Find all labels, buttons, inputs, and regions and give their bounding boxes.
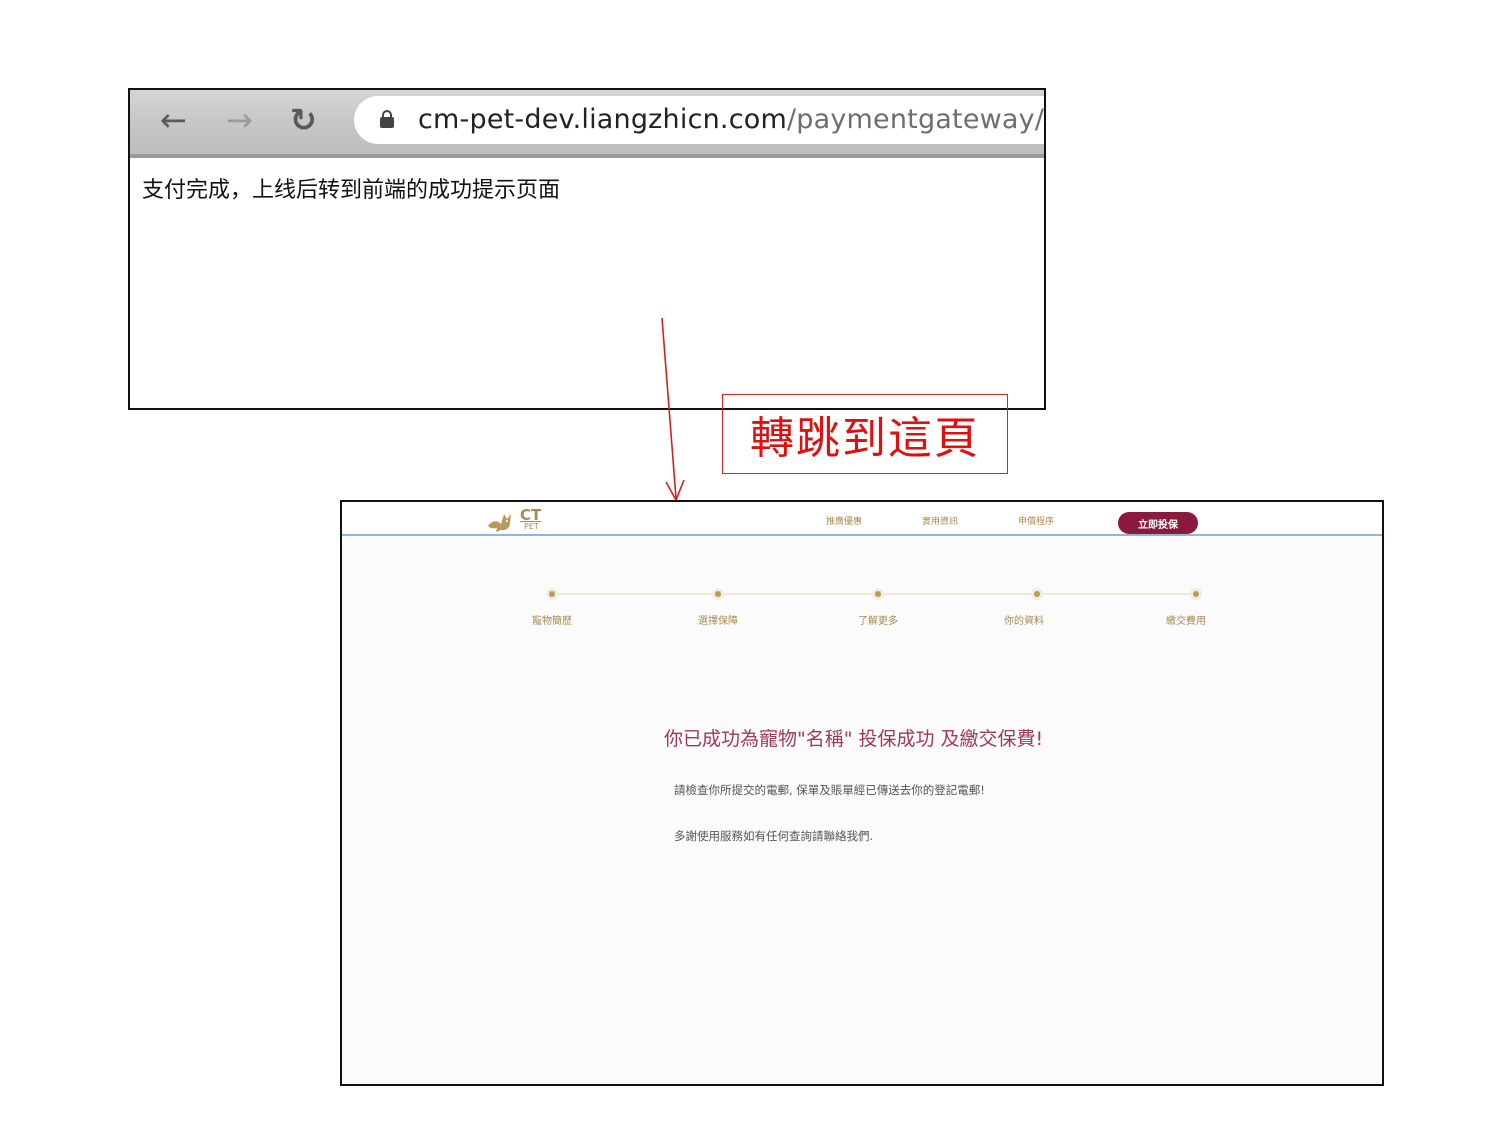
step-label-your-info: 你的資料 [1004, 616, 1044, 627]
browser-toolbar: ← → ↻ cm-pet-dev.liangzhicn.com/paymentg… [130, 90, 1044, 158]
logo-pet-text: PET [524, 522, 539, 531]
step-dot-1 [546, 588, 558, 600]
back-arrow-icon[interactable]: ← [160, 100, 187, 140]
success-title: 你已成功為寵物"名稱" 投保成功 及繳交保費! [664, 728, 1044, 750]
step-label-pet-profile: 寵物簡歷 [532, 616, 572, 627]
site-header: CT PET 推廣優惠 實用資訊 申償程序 立即投保 [342, 502, 1382, 536]
address-bar[interactable]: cm-pet-dev.liangzhicn.com/paymentgateway… [354, 96, 1046, 144]
reload-icon[interactable]: ↻ [290, 100, 317, 140]
step-label-payment: 繳交費用 [1166, 616, 1206, 627]
progress-stepper: 寵物簡歷 選擇保障 了解更多 你的資料 繳交費用 [342, 582, 1382, 632]
cat-logo-icon [488, 514, 511, 532]
apply-now-button[interactable]: 立即投保 [1118, 512, 1198, 534]
step-label-learn-more: 了解更多 [858, 616, 898, 627]
nav-link-useful-info[interactable]: 實用資訊 [922, 516, 958, 528]
success-page-screenshot: CT PET 推廣優惠 實用資訊 申償程序 立即投保 寵物簡歷 選擇保障 了解更… [340, 500, 1384, 1086]
payment-gateway-browser-screenshot: ← → ↻ cm-pet-dev.liangzhicn.com/paymentg… [128, 88, 1046, 410]
url-host: cm-pet-dev.liangzhicn.com [418, 104, 787, 135]
ct-pet-logo[interactable]: CT PET [486, 506, 556, 534]
redirect-annotation-box: 轉跳到這頁 [722, 394, 1008, 474]
url-text: cm-pet-dev.liangzhicn.com/paymentgateway… [418, 102, 1046, 138]
payment-complete-message: 支付完成，上线后转到前端的成功提示页面 [142, 178, 561, 203]
redirect-arrow [661, 317, 685, 502]
step-dot-3 [872, 588, 884, 600]
step-dot-2 [712, 588, 724, 600]
nav-link-promotions[interactable]: 推廣優惠 [826, 516, 862, 528]
step-dot-4 [1031, 588, 1043, 600]
url-path: /paymentgateway/a [786, 104, 1046, 135]
lock-icon[interactable] [380, 110, 394, 128]
success-email-notice: 請檢查你所提交的電郵, 保單及賬單經已傳送去你的登記電郵! [674, 783, 985, 797]
nav-link-claims[interactable]: 申償程序 [1018, 516, 1054, 528]
step-dot-5 [1190, 588, 1202, 600]
redirect-annotation-text: 轉跳到這頁 [750, 413, 980, 464]
success-thanks-notice: 多謝使用服務如有任何查詢請聯絡我們. [674, 829, 874, 843]
forward-arrow-icon[interactable]: → [226, 100, 253, 140]
step-label-choose-coverage: 選擇保障 [698, 616, 738, 627]
